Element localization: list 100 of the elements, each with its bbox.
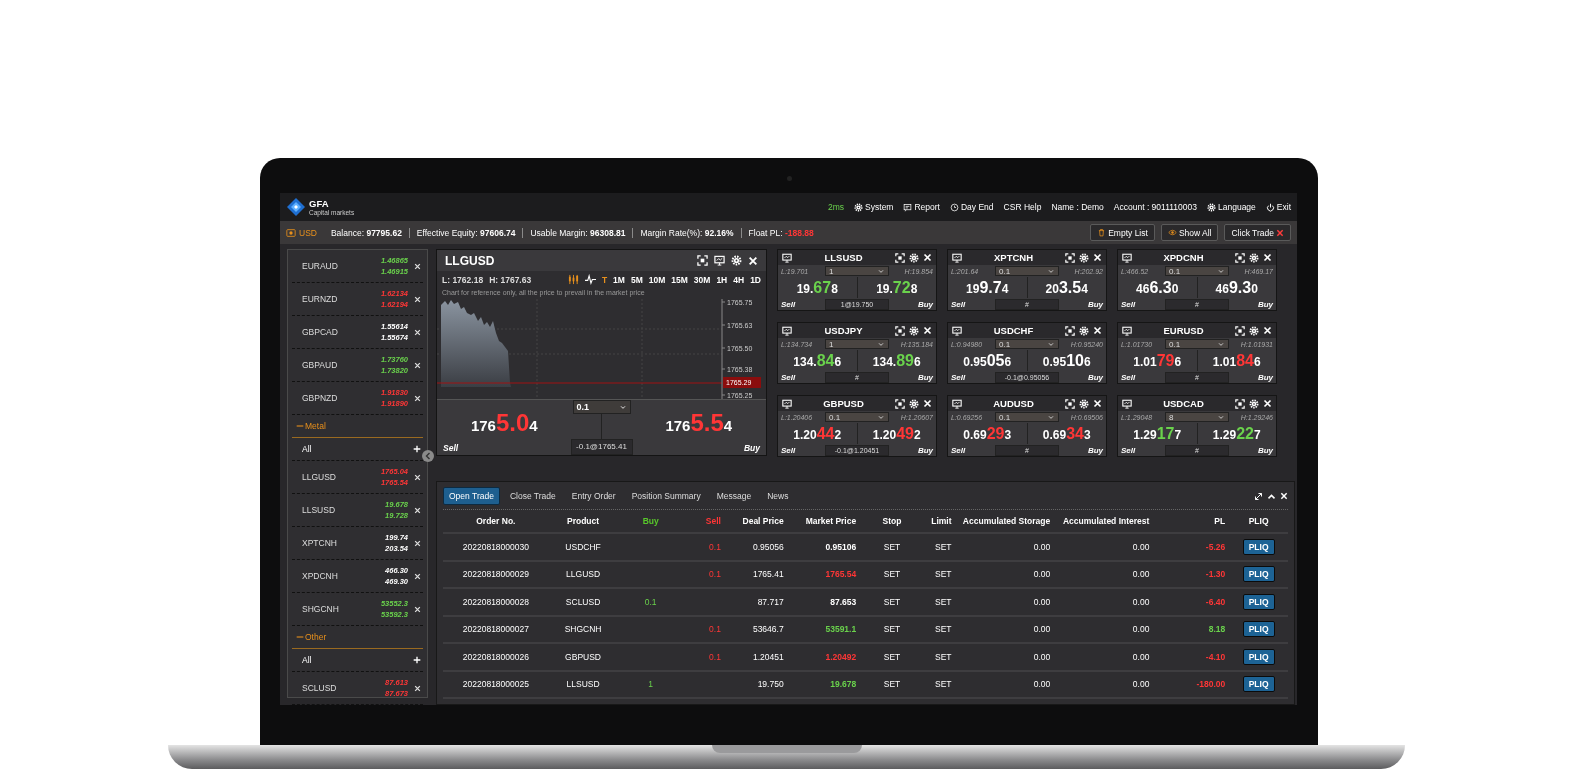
liquidate-button[interactable]: PLIQ: [1242, 648, 1275, 665]
timeframe-tab[interactable]: 1H: [716, 274, 728, 285]
timeframe-tab[interactable]: 30M: [693, 274, 711, 285]
lot-dropdown[interactable]: 0.1: [995, 266, 1059, 276]
symbol-label[interactable]: SCLUSD: [302, 683, 386, 693]
tab[interactable]: Position Summary: [625, 487, 707, 505]
lot-dropdown[interactable]: 0.1: [995, 339, 1059, 349]
symbol-label[interactable]: GBPNZD: [302, 393, 381, 403]
buy-label[interactable]: Buy: [1229, 445, 1273, 455]
buy-label[interactable]: Buy: [889, 445, 933, 455]
lot-dropdown[interactable]: 0.1: [572, 400, 631, 415]
menu-item[interactable]: CSR Help: [1003, 202, 1042, 212]
monitor-icon[interactable]: [782, 325, 792, 336]
liquidate-button[interactable]: PLIQ: [1242, 676, 1275, 693]
symbol-label[interactable]: EURNZD: [302, 294, 381, 304]
sell-label[interactable]: Sell: [951, 299, 995, 309]
collapse-icon[interactable]: [1267, 491, 1276, 501]
close-icon[interactable]: [414, 572, 421, 580]
tab[interactable]: Open Trade: [443, 487, 500, 505]
close-icon[interactable]: [414, 262, 421, 270]
timeframe-tab[interactable]: 10M: [648, 274, 666, 285]
menu-item[interactable]: Exit: [1265, 202, 1291, 212]
toolbar-button[interactable]: Empty List: [1090, 224, 1155, 241]
plus-icon[interactable]: [413, 656, 421, 664]
fullscreen-icon[interactable]: [1235, 398, 1245, 409]
timeframe-tab[interactable]: T: [601, 274, 608, 285]
filter-label[interactable]: All: [302, 444, 413, 454]
monitor-icon[interactable]: [952, 398, 962, 409]
filter-label[interactable]: All: [302, 655, 413, 665]
liquidate-button[interactable]: PLIQ: [1242, 566, 1275, 583]
close-icon[interactable]: [414, 684, 421, 692]
toolbar-button[interactable]: Click Trade: [1224, 224, 1291, 241]
tab[interactable]: News: [761, 487, 795, 505]
candlestick-icon[interactable]: [567, 274, 579, 286]
fullscreen-icon[interactable]: [697, 255, 708, 267]
monitor-icon[interactable]: [782, 252, 792, 263]
fullscreen-icon[interactable]: [1235, 325, 1245, 336]
monitor-icon[interactable]: [1122, 325, 1132, 336]
buy-label[interactable]: Buy: [889, 299, 933, 309]
liquidate-button[interactable]: PLIQ: [1242, 593, 1275, 610]
tab[interactable]: Message: [710, 487, 758, 505]
timeframe-tab[interactable]: 5M: [630, 274, 643, 285]
settings-icon[interactable]: [731, 255, 742, 267]
sell-label[interactable]: Sell: [1121, 299, 1165, 309]
toolbar-button[interactable]: Show All: [1160, 224, 1219, 241]
section-header[interactable]: Other: [292, 626, 423, 649]
timeframe-tab[interactable]: 4H: [733, 274, 745, 285]
sell-label[interactable]: Sell: [781, 372, 825, 382]
monitor-icon[interactable]: [782, 398, 792, 409]
fullscreen-icon[interactable]: [895, 325, 905, 336]
settings-icon[interactable]: [1249, 252, 1259, 263]
close-icon[interactable]: [414, 539, 421, 547]
sell-label[interactable]: Sell: [781, 445, 825, 455]
buy-label[interactable]: Buy: [1059, 372, 1103, 382]
line-chart-icon[interactable]: [584, 274, 596, 286]
symbol-label[interactable]: XPTCNH: [302, 538, 386, 548]
menu-item[interactable]: System: [854, 202, 894, 212]
timeframe-tab[interactable]: 15M: [671, 274, 688, 285]
symbol-label[interactable]: XPDCNH: [302, 571, 386, 581]
close-icon[interactable]: [414, 295, 421, 303]
monitor-icon[interactable]: [714, 255, 725, 267]
buy-label[interactable]: Buy: [1059, 299, 1103, 309]
buy-label[interactable]: Buy: [889, 372, 933, 382]
plus-icon[interactable]: [413, 445, 421, 453]
lot-dropdown[interactable]: 0.1: [995, 412, 1059, 422]
buy-label[interactable]: Buy: [1229, 372, 1273, 382]
menu-item[interactable]: Language: [1207, 202, 1256, 212]
monitor-icon[interactable]: [952, 325, 962, 336]
lot-dropdown[interactable]: 0.1: [1165, 339, 1229, 349]
monitor-icon[interactable]: [1122, 398, 1132, 409]
fullscreen-icon[interactable]: [895, 252, 905, 263]
symbol-label[interactable]: LLSUSD: [302, 505, 386, 515]
liquidate-button[interactable]: PLIQ: [1242, 538, 1275, 555]
settings-icon[interactable]: [1249, 325, 1259, 336]
sell-label[interactable]: Sell: [781, 299, 825, 309]
timeframe-tab[interactable]: 1D: [750, 274, 761, 285]
symbol-label[interactable]: EURAUD: [302, 261, 381, 271]
sell-label[interactable]: Sell: [1121, 372, 1165, 382]
section-header[interactable]: Metal: [292, 415, 423, 438]
lot-dropdown[interactable]: 0.1: [825, 412, 889, 422]
lot-dropdown[interactable]: 0.1: [1165, 266, 1229, 276]
liquidate-button[interactable]: PLIQ: [1242, 621, 1275, 638]
buy-label[interactable]: Buy: [1059, 445, 1103, 455]
fullscreen-icon[interactable]: [1065, 252, 1075, 263]
resize-icon[interactable]: [1254, 491, 1263, 501]
symbol-label[interactable]: LLGUSD: [302, 472, 381, 482]
settings-icon[interactable]: [909, 252, 919, 263]
symbol-label[interactable]: GBPAUD: [302, 360, 381, 370]
menu-item[interactable]: Day End: [949, 202, 994, 212]
collapse-handle-icon[interactable]: [422, 450, 434, 462]
close-icon[interactable]: [414, 506, 421, 514]
monitor-icon[interactable]: [1122, 252, 1132, 263]
settings-icon[interactable]: [1079, 398, 1089, 409]
settings-icon[interactable]: [909, 398, 919, 409]
fullscreen-icon[interactable]: [1065, 325, 1075, 336]
close-icon[interactable]: [414, 605, 421, 613]
sell-label[interactable]: Sell: [951, 372, 995, 382]
fullscreen-icon[interactable]: [1065, 398, 1075, 409]
fullscreen-icon[interactable]: [1235, 252, 1245, 263]
timeframe-tab[interactable]: 1M: [613, 274, 625, 285]
